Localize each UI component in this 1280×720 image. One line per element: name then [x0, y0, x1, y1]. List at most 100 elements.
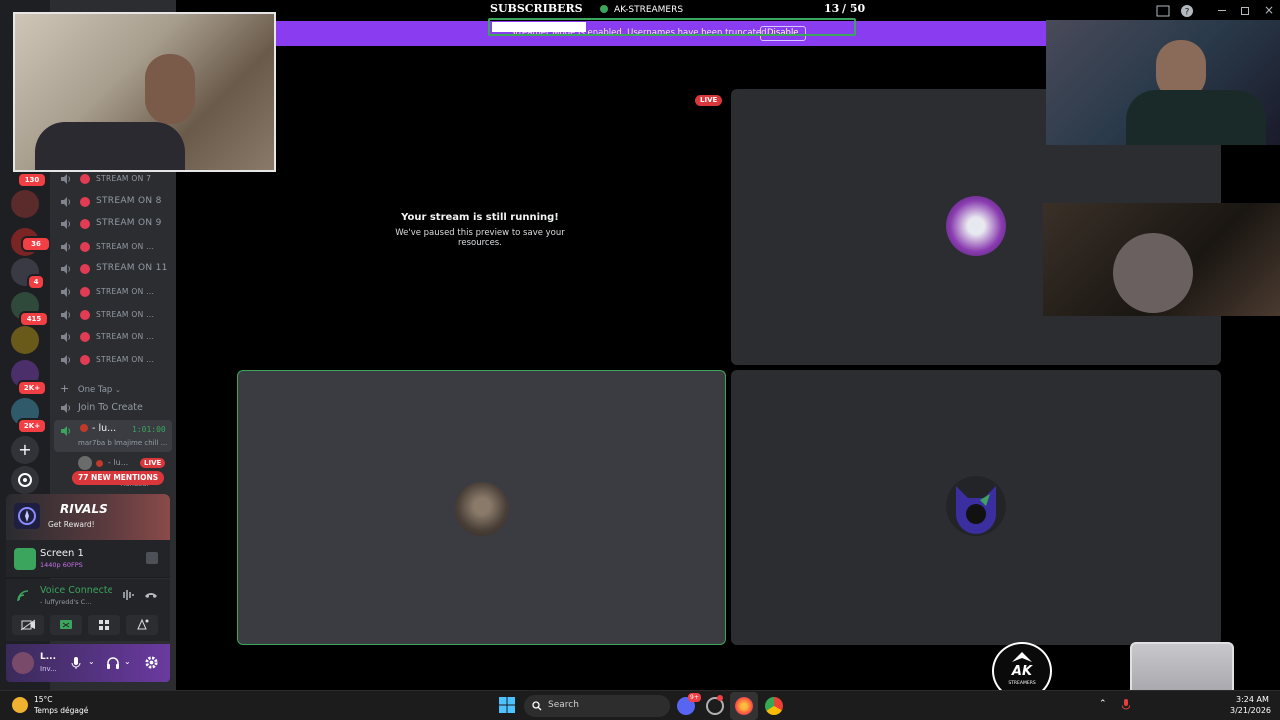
sub-progress-bar — [488, 18, 856, 36]
close-icon[interactable]: × — [1264, 3, 1274, 17]
medal-icon — [96, 460, 103, 467]
voice-channel[interactable]: STREAM ON ... — [58, 328, 172, 346]
recording-dot-icon — [80, 174, 90, 184]
voice-channel[interactable]: STREAM ON 9 — [58, 215, 172, 233]
disconnect-icon[interactable] — [144, 589, 158, 601]
voice-channel[interactable]: STREAM ON 11 — [58, 260, 172, 278]
phoenix-icon — [1012, 652, 1032, 662]
new-mentions-pill[interactable]: 77 NEW MENTIONS — [72, 471, 165, 485]
speaker-icon — [61, 174, 71, 184]
search-icon — [532, 701, 542, 711]
speaker-icon — [61, 332, 71, 343]
speaker-icon — [61, 403, 71, 413]
medal-icon — [80, 424, 88, 432]
add-server-icon[interactable]: + — [11, 436, 39, 464]
moon-icon — [12, 697, 28, 713]
server-icon[interactable] — [11, 326, 39, 354]
discord-app: 130 36 4 415 2K+ 2K+ + STREAM ON 7 STREAM… — [0, 0, 1280, 720]
inbox-icon[interactable] — [1156, 4, 1170, 18]
live-badge: LIVE — [140, 458, 166, 468]
active-voice-channel[interactable]: - lu... 1:01:00 mar7ba b lmajime chill .… — [54, 420, 172, 452]
chevron-up-icon[interactable]: ⌃ — [1099, 699, 1107, 709]
avatar — [78, 456, 92, 470]
signal-icon — [17, 590, 29, 602]
window-controls: ? × — [1156, 3, 1276, 18]
user-panel: L... Inv... ⌄ ⌄ — [6, 644, 170, 682]
avatar[interactable] — [12, 652, 34, 674]
taskbar-search[interactable]: Search — [524, 695, 670, 717]
voice-channel[interactable]: STREAM ON ... — [58, 351, 172, 369]
voice-channel[interactable]: STREAM ON 8 — [58, 193, 172, 211]
recording-dot-icon — [80, 241, 90, 252]
voice-channel-label: STREAM ON ... — [96, 241, 155, 251]
speaker-icon — [61, 426, 71, 436]
stop-share-icon[interactable] — [146, 552, 158, 564]
voice-channel[interactable]: STREAM ON ... — [58, 283, 172, 301]
chevron-down-icon[interactable]: ⌄ — [88, 657, 95, 666]
recording-dot-icon — [80, 354, 90, 365]
avatar — [946, 196, 1006, 256]
voice-channel-label: STREAM ON ... — [96, 287, 155, 296]
voice-channel-label: STREAM ON 8 — [96, 195, 162, 206]
speaker-icon — [61, 287, 71, 297]
subscriber-goal-overlay: SUBSCRIBERS AK-STREAMERS 13 / 50 — [490, 2, 866, 15]
speaker-icon — [61, 354, 71, 365]
camera-off-button[interactable] — [12, 615, 44, 635]
rivals-logo-icon — [14, 503, 40, 529]
recording-dot-icon — [80, 332, 90, 343]
voice-status-panel: Voice Connecte - luffyredd's C... — [6, 579, 170, 641]
microphone-icon[interactable] — [70, 656, 82, 670]
recording-dot-icon — [80, 287, 90, 297]
recording-dot-icon — [80, 196, 90, 207]
microphone-icon[interactable] — [1122, 699, 1130, 711]
recording-dot-icon — [80, 309, 90, 320]
voice-channel-label: STREAM ON 7 — [96, 174, 152, 183]
sub-progress-fill — [492, 22, 586, 32]
voice-user-row[interactable]: - lu... LIVE — [78, 456, 168, 470]
notification-dot — [717, 695, 723, 701]
avatar — [455, 482, 509, 536]
voice-channel[interactable]: STREAM ON ... — [58, 238, 172, 256]
recording-dot-icon — [80, 264, 90, 275]
chevron-down-icon[interactable]: ⌄ — [124, 657, 131, 666]
minimize-icon[interactable] — [1218, 10, 1226, 11]
category-one-tap[interactable]: + One Tap ⌄ — [60, 382, 121, 395]
webcam-overlay — [13, 12, 276, 172]
explore-icon[interactable] — [11, 466, 39, 494]
soundboard-button[interactable] — [126, 615, 158, 635]
voice-channel-label: STREAM ON ... — [96, 332, 155, 342]
chrome-icon[interactable] — [765, 697, 783, 715]
recording-dot-icon — [80, 219, 90, 230]
firefox-icon[interactable] — [735, 697, 753, 715]
noise-suppression-icon[interactable] — [120, 589, 134, 601]
speaker-icon — [61, 219, 71, 230]
voice-channel[interactable]: STREAM ON ... — [58, 306, 172, 324]
gear-icon[interactable] — [144, 655, 159, 670]
video-tile-speaking[interactable] — [237, 370, 726, 645]
discord-badge: 9+ — [688, 693, 701, 702]
speaker-icon — [61, 241, 71, 252]
channel-icon — [600, 5, 608, 13]
speaker-icon — [61, 309, 71, 320]
server-badge: 2K+ — [17, 418, 47, 434]
maximize-icon[interactable] — [1241, 7, 1249, 15]
voice-channel[interactable]: STREAM ON 7 — [58, 170, 172, 188]
headphones-icon[interactable] — [106, 656, 120, 670]
voice-channel-label: STREAM ON 9 — [96, 218, 162, 229]
server-badge: 2K+ — [17, 380, 47, 396]
video-tile[interactable] — [731, 370, 1221, 645]
taskbar: 15°C Temps dégagé Search 9+ ⌃ 3:24 AM 3/… — [0, 690, 1280, 720]
server-badge: 415 — [19, 311, 49, 327]
windows-start-icon[interactable] — [499, 697, 515, 713]
activities-button[interactable] — [88, 615, 120, 635]
promo-panel[interactable]: RIVALS Get Reward! — [6, 494, 170, 540]
screen-share-button[interactable] — [50, 615, 82, 635]
channel-join-to-create[interactable]: Join To Create — [58, 400, 172, 416]
server-icon[interactable] — [11, 190, 39, 218]
help-icon[interactable]: ? — [1180, 4, 1194, 18]
screen-share-icon — [14, 548, 36, 570]
webcam-overlay — [1043, 203, 1280, 316]
voice-channel-label: STREAM ON ... — [96, 309, 155, 319]
avatar — [946, 476, 1006, 536]
server-badge: 130 — [17, 172, 47, 188]
